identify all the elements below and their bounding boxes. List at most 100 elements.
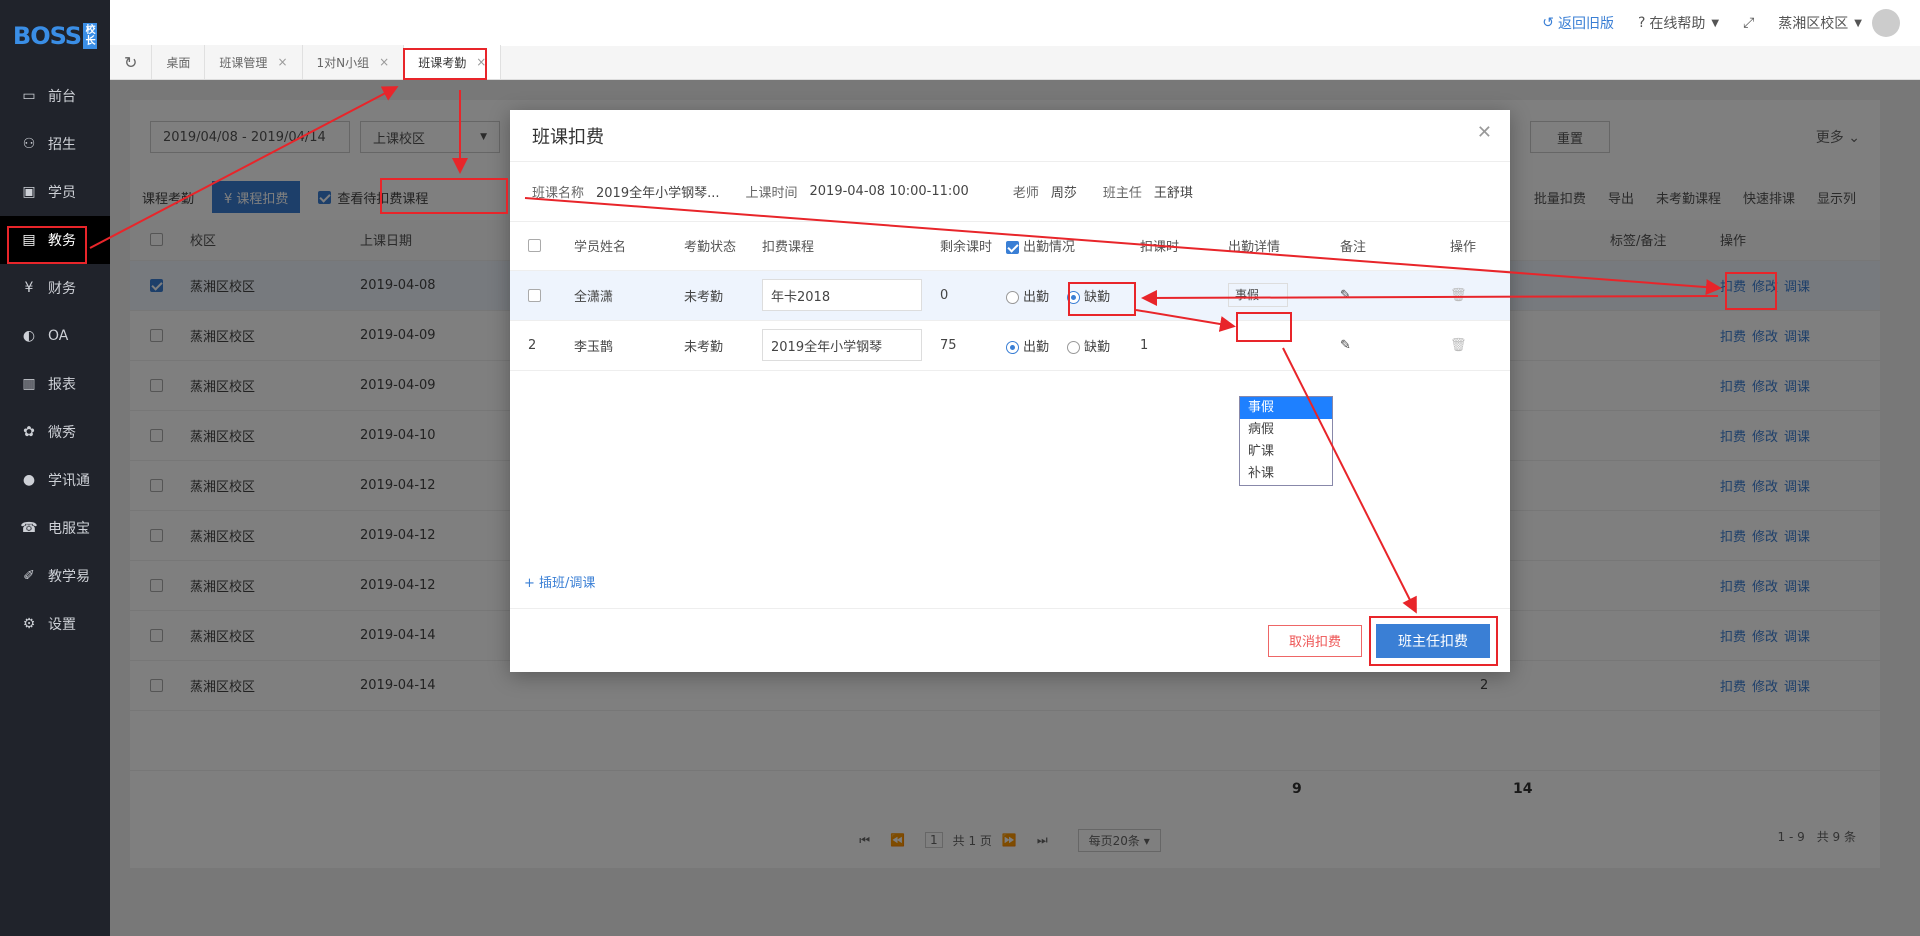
checkbox[interactable] [1006,241,1019,255]
edit-note-icon[interactable]: ✎ [1330,320,1440,371]
modal-footer: 取消扣费 班主任扣费 [510,608,1510,672]
student-icon: ▣ [22,184,36,200]
header-ops: 操作 [1440,222,1510,271]
sidebar-item-label: 财务 [48,281,76,297]
teach-icon: ✐ [23,568,35,584]
tab-label: 桌面 [166,55,191,70]
header-name: 学员姓名 [564,222,674,271]
tab-desk[interactable]: 桌面 [152,45,206,79]
sidebar-item-8[interactable]: ● 学讯通 [0,456,110,504]
remaining-hours: 0 [930,270,996,321]
teacher-label: 老师 [1012,186,1039,201]
sidebar-item-label: 招生 [48,137,76,153]
annotation-box [1236,312,1292,342]
student-name: 李玉鹊 [564,320,674,371]
insert-class-link[interactable]: + 插班/调课 [524,572,595,591]
sidebar-item-7[interactable]: ✿ 微秀 [0,408,110,456]
header-note: 备注 [1330,222,1440,271]
tab-class-manage[interactable]: 班课管理 × [205,45,303,79]
header-course: 扣费课程 [752,222,930,271]
present-label: 出勤 [1023,289,1050,305]
present-radio[interactable]: 出勤 [1006,340,1049,355]
time-label: 上课时间 [745,186,798,201]
cancel-label: 取消扣费 [1288,635,1341,650]
sidebar-item-6[interactable]: ▥ 报表 [0,360,110,408]
teacher-value: 周莎 [1050,186,1077,201]
help-label: 在线帮助 [1649,16,1706,32]
cancel-deduct-button[interactable]: 取消扣费 [1267,624,1362,657]
head-value: 王舒琪 [1153,186,1193,201]
edit-note-icon[interactable]: ✎ [1330,270,1440,321]
sidebar-item-2[interactable]: ▣ 学员 [0,168,110,216]
detail-value: 事假 [1235,288,1260,302]
close-icon[interactable]: × [277,55,287,69]
sidebar-item-label: 微秀 [48,425,76,441]
close-icon[interactable]: ✕ [1477,122,1492,143]
class-value: 2019全年小学钢琴... [596,186,720,201]
toggle-icon: ◐ [22,328,36,344]
attendance-detail-dropdown: 事假 病假 旷课 补课 [1239,396,1333,486]
course-value: 年卡2018 [771,289,831,305]
option-makeup[interactable]: 补课 [1240,463,1332,485]
gear-icon: ⚙ [22,616,36,632]
attendance-status: 未考勤 [674,270,752,321]
sidebar-item-label: 设置 [48,617,76,633]
header-checkbox[interactable] [510,222,564,271]
option-truancy[interactable]: 旷课 [1240,441,1332,463]
attend-header-label: 出勤情况 [1023,240,1076,256]
modal-header: 班课扣费 ✕ [510,110,1510,162]
caret-down-icon: ▼ [1854,17,1862,29]
sidebar-item-9[interactable]: ☎ 电服宝 [0,504,110,552]
online-help[interactable]: ? 在线帮助 ▼ [1638,13,1719,33]
table-row[interactable]: 全潇潇 未考勤 年卡2018 0 出勤 缺勤 事假 ✎ 🗑 [510,270,1510,321]
sidebar-item-11[interactable]: ⚙ 设置 [0,600,110,648]
sidebar-item-10[interactable]: ✐ 教学易 [0,552,110,600]
time-value: 2019-04-08 10:00-11:00 [809,184,969,199]
delete-icon[interactable]: 🗑 [1440,270,1510,321]
table-row[interactable]: 2 李玉鹊 未考勤 2019全年小学钢琴 75 出勤 缺勤 1 ✎ 🗑 [510,320,1510,371]
fullscreen-icon[interactable]: ⤢ [1743,15,1754,31]
course-select[interactable]: 2019全年小学钢琴 [762,329,922,361]
logo-tag: 校长 [83,23,98,49]
header-remain: 剩余课时 [930,222,996,271]
avatar[interactable] [1872,9,1900,37]
caret-down-icon: ▼ [1711,17,1720,29]
header-attend: 出勤情况 [996,222,1130,271]
show-icon: ✿ [23,424,35,440]
deduct-hours [1130,270,1218,321]
sidebar-item-label: OA [48,328,69,344]
course-value: 2019全年小学钢琴 [771,339,883,355]
option-sick-leave[interactable]: 病假 [1240,419,1332,441]
delete-icon[interactable]: 🗑 [1440,320,1510,371]
back-to-old-version[interactable]: ↺ 返回旧版 [1542,13,1614,33]
sidebar-item-1[interactable]: ⚇ 招生 [0,120,110,168]
sidebar-item-0[interactable]: ▭ 前台 [0,72,110,120]
sidebar-item-5[interactable]: ◐ OA [0,312,110,360]
row-checkbox[interactable] [510,270,564,321]
location-icon: ● [22,472,36,488]
sidebar-item-label: 学员 [48,185,76,201]
absent-label: 缺勤 [1084,339,1111,355]
present-radio[interactable]: 出勤 [1006,290,1049,305]
annotation-box [1068,282,1136,316]
course-select[interactable]: 年卡2018 [762,279,922,311]
sidebar-item-label: 前台 [48,89,76,105]
tab-label: 1对N小组 [316,55,370,70]
user-plus-icon: ⚇ [22,136,36,152]
tab-group[interactable]: 1对N小组 × [302,45,405,79]
absent-radio[interactable]: 缺勤 [1067,340,1110,355]
campus-switcher[interactable]: 蒸湘区校区 ▼ [1778,9,1900,37]
detail-select[interactable]: 事假 [1228,283,1288,307]
row-index: 2 [510,320,564,371]
header-hours: 扣课时 [1130,222,1218,271]
modal-title: 班课扣费 [532,126,604,148]
logo-text: BOSS [12,22,82,50]
logo: BOSS 校长 [0,0,110,72]
option-personal-leave[interactable]: 事假 [1240,397,1332,419]
sidebar-item-4[interactable]: ¥ 财务 [0,264,110,312]
refresh-icon[interactable]: ↻ [110,45,153,79]
close-icon[interactable]: × [379,55,389,69]
sidebar-item-label: 报表 [48,377,76,393]
attend-radios: 出勤 缺勤 [996,320,1130,371]
back-label: 返回旧版 [1557,16,1614,32]
